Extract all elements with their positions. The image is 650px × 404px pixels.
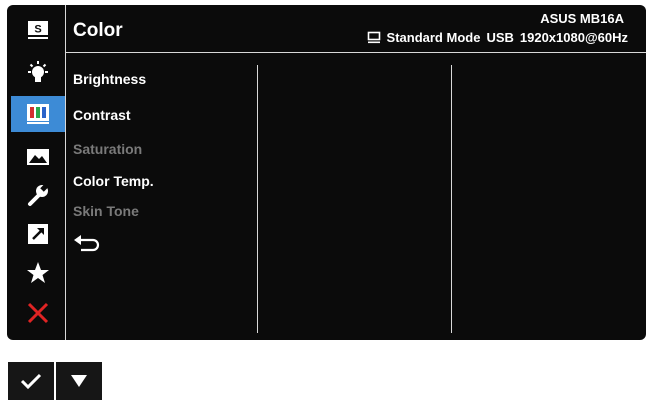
sidebar-item-blue-light-filter[interactable]: [11, 55, 65, 91]
resolution-label: 1920x1080@60Hz: [519, 30, 628, 45]
sidebar-item-system-setup[interactable]: [11, 177, 65, 213]
star-icon: [27, 262, 49, 283]
checkmark-icon: [20, 373, 42, 390]
mode-label: Standard Mode: [386, 30, 481, 45]
wrench-icon: [28, 183, 49, 206]
menu-item-skin-tone: Skin Tone: [73, 203, 139, 219]
triangle-down-icon: [71, 375, 87, 387]
sidebar: S: [7, 5, 65, 340]
image-icon: [27, 149, 49, 165]
column-divider-1: [257, 65, 258, 333]
return-arrow-icon: [74, 235, 100, 252]
monitor-model: ASUS MB16A: [540, 11, 624, 26]
svg-text:S: S: [34, 24, 41, 36]
column-divider-2: [451, 65, 452, 333]
page-title: Color: [73, 20, 123, 41]
sidebar-item-shortcut[interactable]: [11, 216, 65, 252]
down-key[interactable]: [56, 362, 102, 400]
sidebar-item-exit[interactable]: [11, 295, 65, 331]
header-divider: [65, 52, 646, 53]
sidebar-divider: [65, 5, 66, 340]
sidebar-item-image[interactable]: [11, 139, 65, 175]
back-button[interactable]: [73, 234, 101, 261]
menu-item-saturation: Saturation: [73, 141, 143, 157]
s-icon: S: [28, 21, 48, 39]
close-icon: [27, 302, 49, 324]
sidebar-item-splendid[interactable]: S: [11, 12, 65, 48]
sidebar-item-color[interactable]: [11, 96, 65, 132]
input-label: USB: [486, 30, 514, 45]
menu-item-color-temp[interactable]: Color Temp.: [73, 173, 154, 189]
shortcut-arrow-icon: [28, 224, 48, 244]
confirm-key[interactable]: [8, 362, 54, 400]
sidebar-item-my-favorite[interactable]: [11, 255, 65, 291]
status-bar: Standard Mode USB 1920x1080@60Hz: [367, 30, 628, 45]
bulb-icon: [28, 61, 48, 82]
menu-item-contrast[interactable]: Contrast: [73, 107, 131, 123]
monitor-icon: [367, 31, 380, 44]
color-bars-icon: [27, 104, 49, 124]
menu-item-brightness[interactable]: Brightness: [73, 71, 146, 87]
osd-panel: S Color ASUS MB16A Standard Mode USB 192…: [7, 5, 646, 340]
key-hints: [8, 362, 102, 400]
